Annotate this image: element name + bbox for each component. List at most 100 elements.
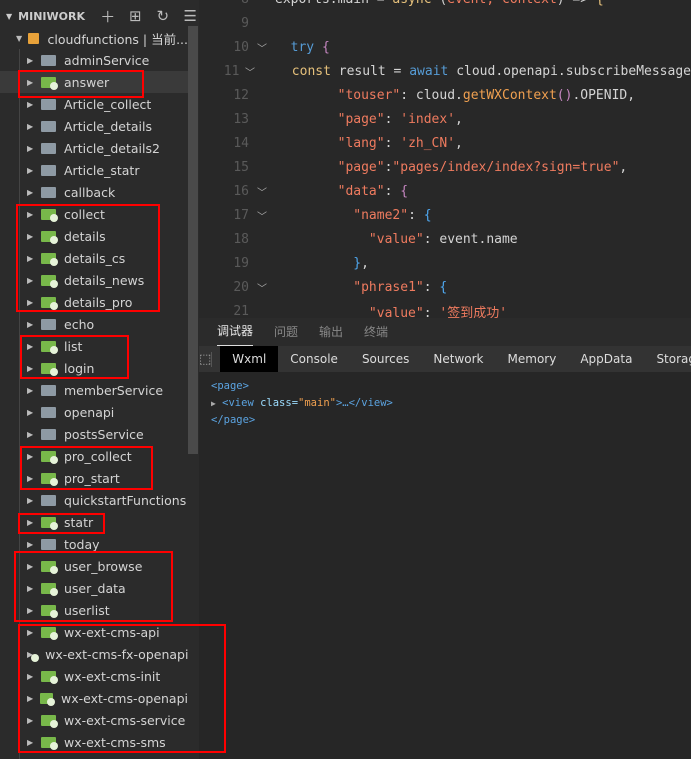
code-line[interactable]: 21 "value": '签到成功' (199, 299, 691, 319)
line-number: 11 (223, 63, 240, 79)
fold-chevron-icon[interactable]: ﹀ (249, 280, 275, 295)
highlight-box (18, 70, 144, 98)
code-token: "phrase1" (353, 279, 424, 295)
folder-icon (41, 98, 56, 110)
new-folder-icon[interactable]: ⊞ (126, 7, 144, 25)
folder-label: Article_statr (64, 162, 140, 178)
code-line[interactable]: 14 "lang": 'zh_CN', (199, 131, 691, 155)
highlight-box (18, 513, 105, 534)
wxml-node-page[interactable]: <page> (211, 378, 691, 395)
devtools-tab-network[interactable]: Network (421, 346, 495, 372)
highlight-box (14, 551, 173, 622)
folder-icon (41, 538, 56, 550)
fold-chevron-icon[interactable]: ﹀ (249, 208, 275, 223)
folder-label: openapi (64, 404, 115, 420)
code-token: ) => (557, 0, 596, 7)
code-text: }, (275, 256, 369, 271)
expand-arrow-icon: ▶ (27, 143, 34, 153)
code-token: { (400, 183, 409, 199)
folder-memberService[interactable]: ▶ memberService (0, 379, 188, 401)
code-line[interactable]: 9 (199, 11, 691, 35)
folder-quickstartFunctions[interactable]: ▶ quickstartFunctions (0, 489, 188, 511)
folder-echo[interactable]: ▶ echo (0, 313, 188, 335)
line-number: 9 (241, 15, 249, 31)
folder-label: postsService (64, 426, 144, 442)
expand-arrow-icon[interactable]: ▶ (211, 399, 216, 408)
line-number: 17 (233, 207, 249, 223)
collapse-arrow-icon[interactable]: ▼ (6, 12, 12, 21)
folder-callback[interactable]: ▶ callback (0, 181, 188, 203)
scrollbar[interactable] (188, 26, 198, 454)
folder-label: cloudfunctions | 当前... (47, 31, 188, 47)
fold-chevron-icon[interactable]: ﹀ (239, 64, 260, 79)
folder-Article_statr[interactable]: ▶ Article_statr (0, 159, 188, 181)
expand-arrow-icon: ▶ (27, 495, 34, 505)
panel-tab[interactable]: 终端 (364, 323, 388, 346)
highlight-box (18, 624, 226, 753)
fold-chevron-icon[interactable]: ﹀ (249, 40, 275, 55)
expand-arrow-icon: ▶ (27, 187, 34, 197)
folder-openapi[interactable]: ▶ openapi (0, 401, 188, 423)
panel-tab[interactable]: 调试器 (217, 322, 254, 346)
code-line[interactable]: 13 "page": 'index', (199, 107, 691, 131)
code-token: try (290, 39, 322, 55)
code-line[interactable]: 15 "page":"pages/index/index?sign=true", (199, 155, 691, 179)
code-token: , (455, 111, 463, 127)
code-token: : (384, 135, 401, 151)
code-token: "touser" (337, 87, 401, 103)
code-line[interactable]: 17 ﹀ "name2": { (199, 203, 691, 227)
wxml-node-page-close: </page> (211, 414, 256, 426)
code-editor[interactable]: 8 exports.main = async (event, context) =… (199, 0, 691, 318)
refresh-icon[interactable]: ↻ (154, 7, 172, 25)
code-line[interactable]: 16 ﹀ "data": { (199, 179, 691, 203)
panel-tab[interactable]: 问题 (274, 323, 298, 346)
plus-icon[interactable]: ＋ (99, 6, 117, 27)
code-line[interactable]: 18 "value": event.name (199, 227, 691, 251)
code-line[interactable]: 20 ﹀ "phrase1": { (199, 275, 691, 299)
line-number: 16 (233, 183, 249, 199)
panel-tab[interactable]: 输出 (319, 323, 343, 346)
code-line[interactable]: 8 exports.main = async (event, context) =… (199, 0, 691, 11)
code-text: "data": { (275, 184, 408, 199)
folder-Article_details2[interactable]: ▶ Article_details2 (0, 137, 188, 159)
code-line[interactable]: 19 }, (199, 251, 691, 275)
devtools-tab-sources[interactable]: Sources (350, 346, 421, 372)
code-token: "value" (368, 231, 424, 247)
code-token: { (439, 279, 448, 295)
devtools-tab-storage[interactable]: Storage (644, 346, 691, 372)
code-line[interactable]: 12 "touser": cloud.getWXContext().OPENID… (199, 83, 691, 107)
devtools-tab-wxml[interactable]: Wxml (220, 346, 279, 372)
folder-postsService[interactable]: ▶ postsService (0, 423, 188, 445)
fold-chevron-icon[interactable]: ﹀ (249, 184, 275, 199)
folder-adminService[interactable]: ▶ adminService (0, 49, 188, 71)
line-number: 21 (233, 303, 249, 319)
code-token: { (423, 207, 432, 223)
code-text: const result = await cloud.openapi.subsc… (260, 64, 691, 79)
collapse-all-icon[interactable]: ☰ (181, 7, 199, 25)
expand-arrow-icon: ▶ (27, 319, 34, 329)
devtools-tab-console[interactable]: Console (278, 346, 350, 372)
code-token: '签到成功' (439, 305, 508, 319)
code-token: "lang" (337, 135, 385, 151)
code-text: "name2": { (275, 207, 432, 223)
code-token: "name2" (353, 207, 409, 223)
folder-Article_details[interactable]: ▶ Article_details (0, 115, 188, 137)
code-token: const (291, 63, 339, 79)
code-line[interactable]: 10 ﹀ try { (199, 35, 691, 59)
wxml-node-view[interactable]: ▶ <view class="main">…</view> (211, 395, 691, 412)
folder-cloudfunctions[interactable]: ▼ cloudfunctions | 当前... (0, 27, 188, 49)
code-text: "value": '签到成功' (275, 302, 507, 319)
line-number: 20 (233, 279, 249, 295)
devtools-tab-memory[interactable]: Memory (496, 346, 569, 372)
folder-label: Article_details2 (64, 140, 160, 156)
code-line[interactable]: 11 ﹀ const result = await cloud.openapi.s… (199, 59, 691, 83)
code-token: , (455, 135, 463, 151)
folder-icon (41, 494, 56, 506)
code-text: "lang": 'zh_CN', (275, 136, 463, 151)
inspect-element-icon[interactable]: ⬚ (199, 351, 213, 367)
devtools-tab-appdata[interactable]: AppData (568, 346, 644, 372)
code-token: : (408, 207, 424, 223)
code-text: exports.main = async (event, context) =>… (275, 0, 604, 7)
